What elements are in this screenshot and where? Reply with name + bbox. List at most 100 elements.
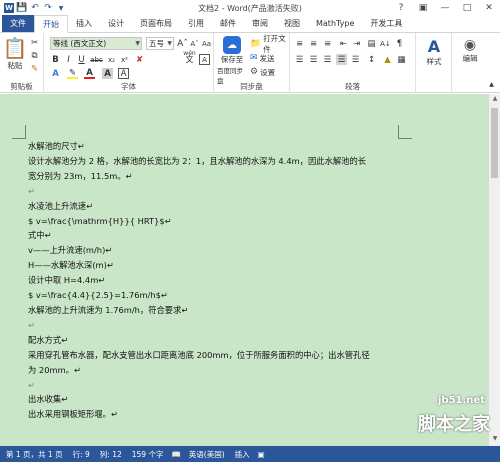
- help-icon[interactable]: ?: [390, 0, 412, 16]
- folder-icon: 📁: [250, 39, 262, 49]
- shrink-font-icon[interactable]: Aˇ: [189, 38, 200, 49]
- status-mode[interactable]: 插入: [235, 449, 250, 460]
- char-border-icon[interactable]: A: [118, 68, 129, 79]
- settings-label: 设置: [260, 67, 276, 77]
- cut-icon[interactable]: ✂: [29, 37, 40, 48]
- doc-line: H——水解池水深(m)↵: [28, 260, 114, 271]
- tab-references[interactable]: 引用: [180, 15, 212, 32]
- doc-line: v——上升流速(m/h)↵: [28, 245, 113, 256]
- tab-view[interactable]: 视图: [276, 15, 308, 32]
- align-right-icon[interactable]: ☰: [322, 54, 333, 65]
- tab-file[interactable]: 文件: [2, 15, 34, 32]
- tab-home[interactable]: 开始: [34, 15, 68, 33]
- tab-mailings[interactable]: 邮件: [212, 15, 244, 32]
- font-name-value: 等线 (西文正文): [53, 39, 107, 48]
- scroll-down-icon[interactable]: ▼: [489, 435, 500, 445]
- save-to-baidu-button[interactable]: ☁ 保存至 百度同步盘: [217, 36, 247, 85]
- copy-icon[interactable]: ⧉: [29, 50, 40, 61]
- status-page[interactable]: 第 1 页，共 1 页: [6, 449, 63, 460]
- window-controls: ? ▣ — □ ✕: [390, 0, 500, 16]
- enclose-char-icon[interactable]: A: [199, 54, 210, 65]
- superscript-icon[interactable]: x²: [119, 54, 130, 65]
- group-baidu-sync: ☁ 保存至 百度同步盘 📁 打开文件 ✉ 发送 ⚙ 设置 同步盘: [214, 33, 290, 93]
- font-name-combo[interactable]: 等线 (西文正文) ▼: [50, 37, 142, 50]
- redo-icon[interactable]: ↷: [43, 3, 53, 13]
- distributed-icon[interactable]: ☰: [350, 54, 361, 65]
- send-button[interactable]: ✉ 发送: [250, 52, 275, 64]
- tab-review[interactable]: 审阅: [244, 15, 276, 32]
- underline-icon[interactable]: U: [76, 54, 87, 65]
- font-color-icon[interactable]: A: [84, 68, 95, 79]
- styles-button[interactable]: A 样式: [422, 37, 446, 67]
- grow-font-icon[interactable]: Aˆ: [177, 38, 188, 49]
- align-left-icon[interactable]: ☰: [294, 54, 305, 65]
- shading-icon[interactable]: ▲: [382, 54, 393, 65]
- watermark-brand: 脚本之家: [418, 414, 490, 435]
- document-workspace[interactable]: 水解池的尺寸↵ 设计水解池分为 2 格，水解池的长宽比为 2：1，且水解池的水深…: [0, 94, 488, 446]
- font-size-combo[interactable]: 五号 ▼: [146, 37, 174, 50]
- macro-record-icon[interactable]: ▣: [258, 450, 265, 459]
- align-center-icon[interactable]: ☰: [308, 54, 319, 65]
- ribbon-display-icon[interactable]: ▣: [412, 0, 434, 16]
- document-page[interactable]: 水解池的尺寸↵ 设计水解池分为 2 格，水解池的长宽比为 2：1，且水解池的水深…: [0, 94, 488, 446]
- collapse-ribbon-icon[interactable]: ▲: [486, 79, 497, 90]
- open-file-button[interactable]: 📁 打开文件: [250, 34, 289, 54]
- settings-button[interactable]: ⚙ 设置: [250, 66, 275, 78]
- baidu-cloud-icon: ☁: [223, 36, 241, 54]
- save-icon[interactable]: 💾: [16, 3, 27, 13]
- paste-button[interactable]: 📋 粘贴: [3, 36, 28, 71]
- tab-layout[interactable]: 页面布局: [132, 15, 180, 32]
- text-effects-icon[interactable]: A: [50, 68, 61, 79]
- group-paragraph: ≡ ≡ ≡ ⇤ ⇥ ▤ A↓ ¶ ☰ ☰ ☰ ☰ ☰ ↕ ▲ ▦ 段落: [290, 33, 416, 93]
- customize-icon[interactable]: ▼: [56, 3, 66, 13]
- sort-icon[interactable]: A↓: [380, 38, 391, 49]
- phonetic-guide-icon[interactable]: wén 文: [183, 50, 195, 63]
- tab-insert[interactable]: 插入: [68, 15, 100, 32]
- italic-icon[interactable]: I: [63, 54, 74, 65]
- show-marks-icon[interactable]: ¶: [394, 38, 405, 49]
- dropdown-arrow-icon: ▼: [167, 40, 172, 47]
- justify-icon[interactable]: ☰: [336, 54, 347, 65]
- scroll-thumb[interactable]: [491, 108, 498, 178]
- group-font: 等线 (西文正文) ▼ 五号 ▼ Aˆ Aˇ Aa B I U abc x₂ x² …: [44, 33, 214, 93]
- format-painter-icon[interactable]: ✎: [29, 63, 40, 74]
- char-shading-icon[interactable]: A: [102, 68, 113, 79]
- increase-indent-icon[interactable]: ⇥: [351, 38, 362, 49]
- group-label-baidu: 同步盘: [240, 82, 263, 91]
- status-language[interactable]: 英语(美国): [189, 449, 225, 460]
- editing-label: 编辑: [462, 54, 478, 63]
- minimize-button[interactable]: —: [434, 0, 456, 16]
- group-label-paragraph: 段落: [345, 82, 360, 91]
- subscript-icon[interactable]: x₂: [106, 54, 117, 65]
- change-case-icon[interactable]: Aa: [201, 38, 212, 49]
- borders-icon[interactable]: ▦: [396, 54, 407, 65]
- editing-button[interactable]: ◉ 编辑: [458, 37, 482, 64]
- vertical-scrollbar[interactable]: ▲ ▼: [488, 94, 500, 446]
- line-spacing-icon[interactable]: ↕: [366, 54, 377, 65]
- chinese-layout-icon[interactable]: ▤: [366, 38, 377, 49]
- bullets-icon[interactable]: ≡: [294, 38, 305, 49]
- tab-mathtype[interactable]: MathType: [308, 15, 362, 32]
- undo-icon[interactable]: ↶: [30, 3, 40, 13]
- multilevel-list-icon[interactable]: ≡: [322, 38, 333, 49]
- highlight-icon[interactable]: ✎: [67, 68, 78, 79]
- font-size-value: 五号: [149, 39, 164, 48]
- gear-icon: ⚙: [250, 67, 259, 77]
- doc-line: 配水方式↵: [28, 334, 69, 345]
- tab-design[interactable]: 设计: [100, 15, 132, 32]
- status-chars[interactable]: 159 个字: [132, 449, 164, 460]
- scroll-up-icon[interactable]: ▲: [489, 95, 500, 105]
- clear-format-icon[interactable]: ✘: [134, 54, 145, 65]
- tab-developer[interactable]: 开发工具: [362, 15, 410, 32]
- strikethrough-icon[interactable]: abc: [90, 54, 103, 65]
- numbering-icon[interactable]: ≡: [308, 38, 319, 49]
- close-button[interactable]: ✕: [478, 0, 500, 16]
- doc-line: $ v=\frac{4.4}{2.5}=1.76m/h$↵: [28, 290, 168, 301]
- doc-line: 式中↵: [28, 230, 52, 241]
- crop-mark-top-left: [12, 125, 26, 139]
- bold-icon[interactable]: B: [50, 54, 61, 65]
- maximize-button[interactable]: □: [456, 0, 478, 16]
- proofing-icon[interactable]: 📖: [171, 450, 180, 459]
- document-body[interactable]: 水解池的尺寸↵ 设计水解池分为 2 格，水解池的长宽比为 2：1，且水解池的水深…: [28, 139, 408, 422]
- decrease-indent-icon[interactable]: ⇤: [338, 38, 349, 49]
